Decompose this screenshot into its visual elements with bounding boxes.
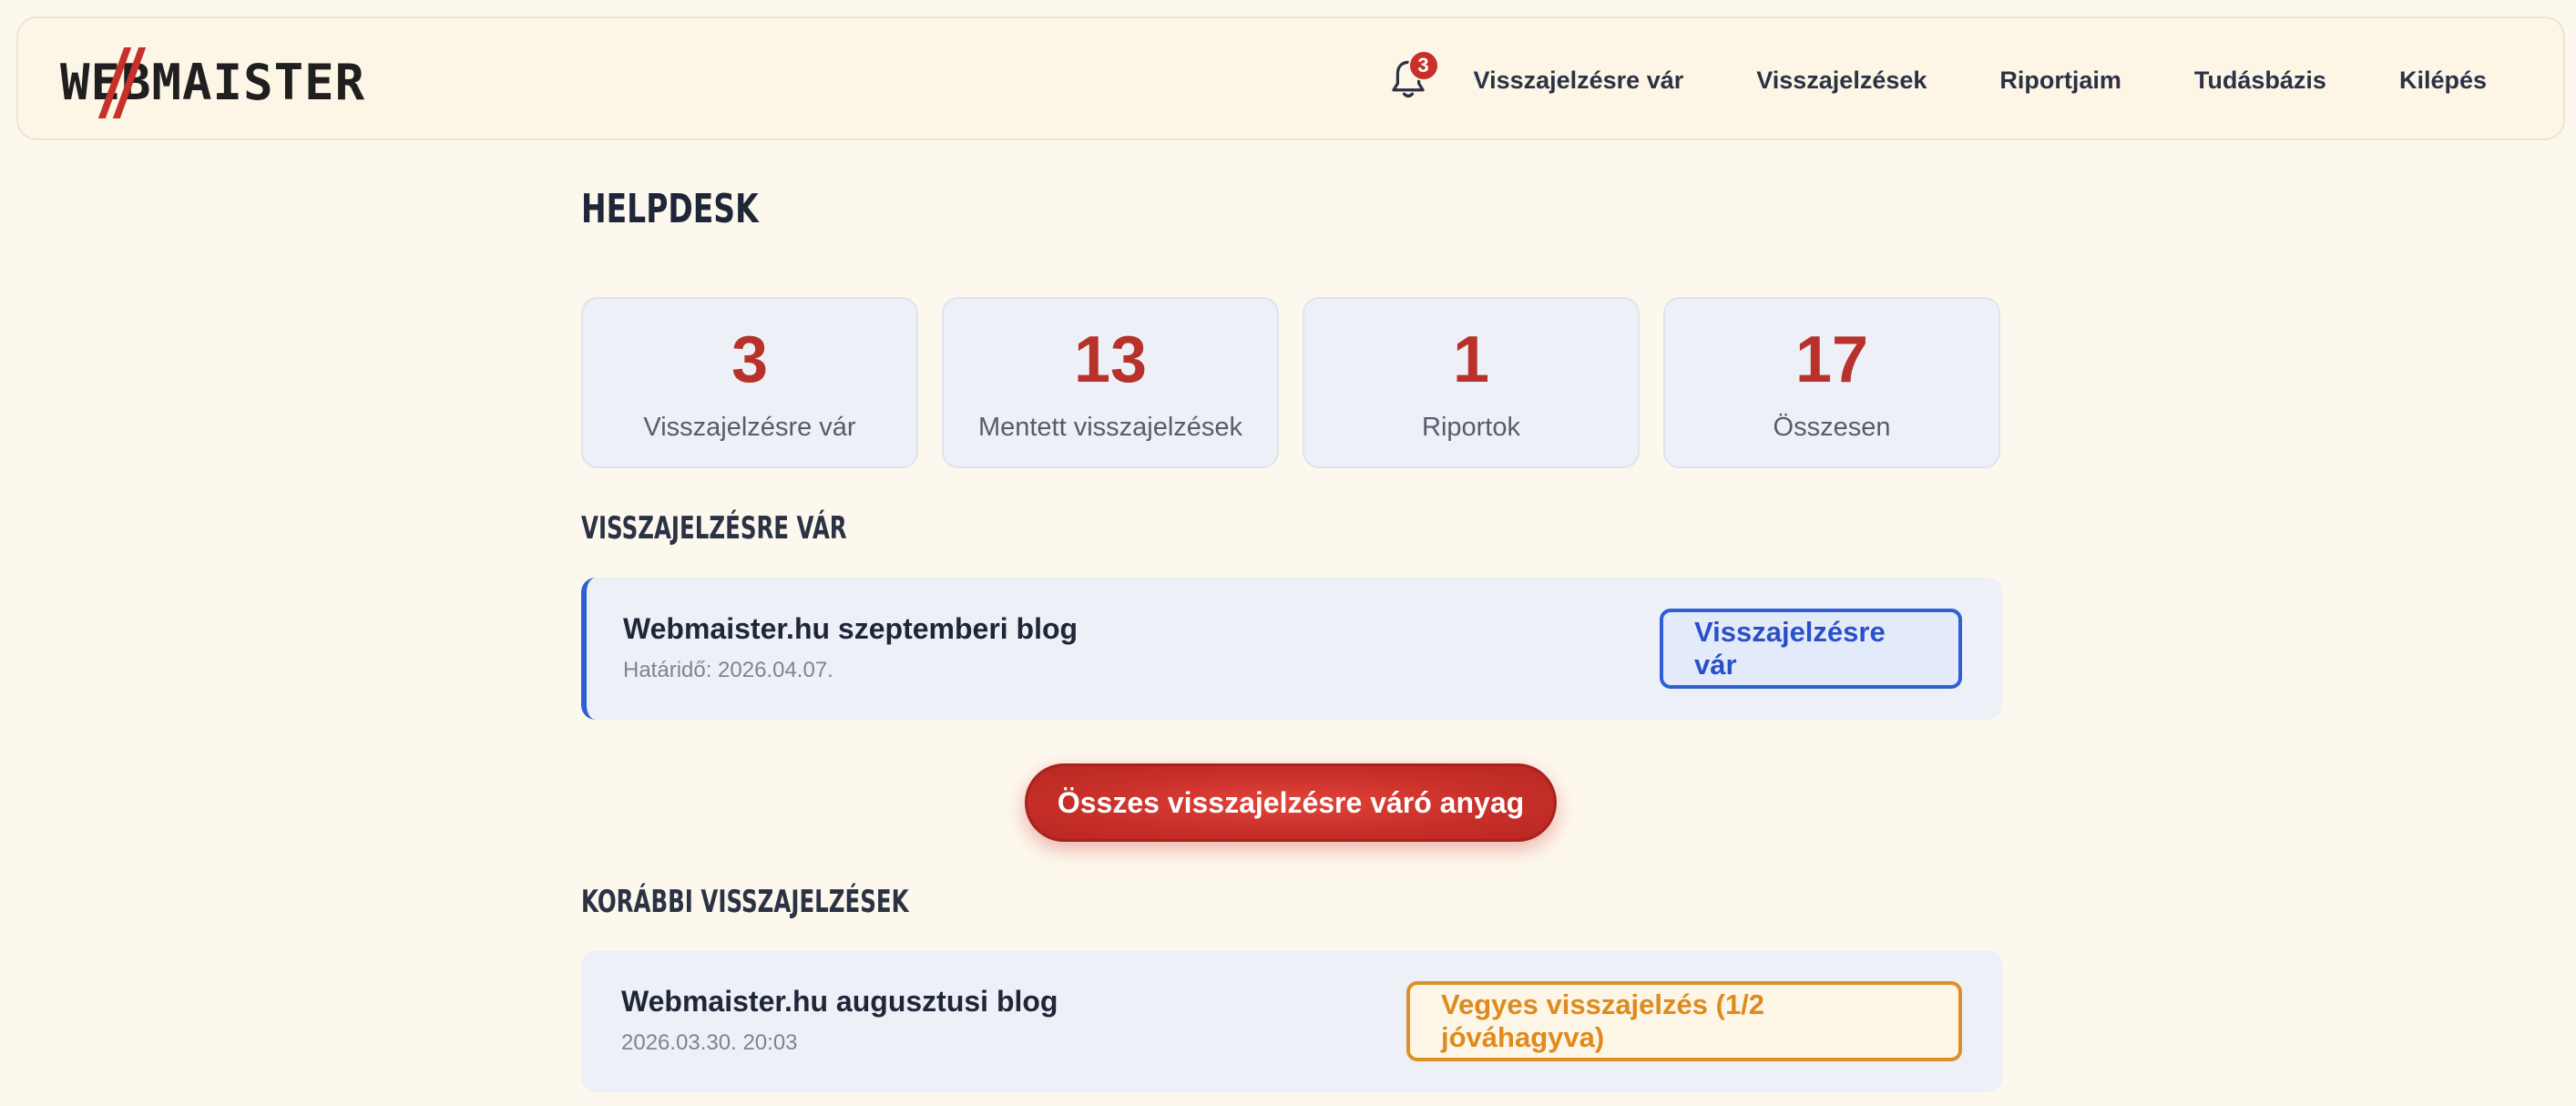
- stat-value: 1: [1452, 323, 1490, 396]
- notification-badge: 3: [1407, 50, 1439, 81]
- stat-card-saved: 13 Mentett visszajelzések: [942, 297, 1279, 468]
- stat-card-reports: 1 Riportok: [1303, 297, 1640, 468]
- stats-row: 3 Visszajelzésre vár 13 Mentett visszaje…: [581, 297, 2000, 468]
- item-title: Webmaister.hu szeptemberi blog: [623, 612, 1078, 645]
- stat-label: Mentett visszajelzések: [977, 412, 1243, 442]
- nav-visszajelzesek[interactable]: Visszajelzések: [1756, 67, 1927, 95]
- stat-card-pending: 3 Visszajelzésre vár: [581, 297, 918, 468]
- page-title: HELPDESK: [581, 186, 759, 232]
- pending-item-card[interactable]: Webmaister.hu szeptemberi blog Határidő:…: [581, 578, 2002, 720]
- stat-label: Riportok: [1422, 412, 1520, 442]
- section-title-previous: KORÁBBI VISSZAJELZÉSEK: [581, 884, 909, 920]
- status-badge-pending[interactable]: Visszajelzésre vár: [1660, 609, 1962, 689]
- webmaister-logo[interactable]: WEBMAISTER: [60, 47, 365, 118]
- item-title: Webmaister.hu augusztusi blog: [621, 985, 1058, 1018]
- nav-tudasbazis[interactable]: Tudásbázis: [2194, 67, 2326, 95]
- stat-value: 3: [731, 323, 769, 396]
- top-header: WEBMAISTER 3 Visszajelzésre vár Visszaje…: [16, 16, 2565, 140]
- all-pending-button[interactable]: Összes visszajelzésre váró anyag: [1025, 763, 1557, 842]
- item-date: 2026.03.30. 20:03: [621, 1030, 798, 1055]
- nav-riportjaim[interactable]: Riportjaim: [1999, 67, 2121, 95]
- item-deadline: Határidő: 2026.04.07.: [623, 658, 833, 682]
- status-badge-mixed[interactable]: Vegyes visszajelzés (1/2 jóváhagyva): [1406, 981, 1962, 1061]
- previous-item-card[interactable]: Webmaister.hu augusztusi blog 2026.03.30…: [581, 950, 2002, 1092]
- stat-label: Visszajelzésre vár: [643, 412, 856, 442]
- section-title-pending: VISSZAJELZÉSRE VÁR: [581, 510, 847, 547]
- notifications-button[interactable]: 3: [1388, 50, 1439, 103]
- stat-value: 17: [1794, 323, 1869, 396]
- nav-kilepes[interactable]: Kilépés: [2399, 67, 2487, 95]
- main-nav: 3 Visszajelzésre vár Visszajelzések Ripo…: [1388, 18, 2563, 142]
- stat-card-total: 17 Összesen: [1663, 297, 2000, 468]
- stat-label: Összesen: [1773, 412, 1891, 442]
- stat-value: 13: [1073, 323, 1148, 396]
- nav-visszajelzesre-var[interactable]: Visszajelzésre vár: [1474, 67, 1684, 95]
